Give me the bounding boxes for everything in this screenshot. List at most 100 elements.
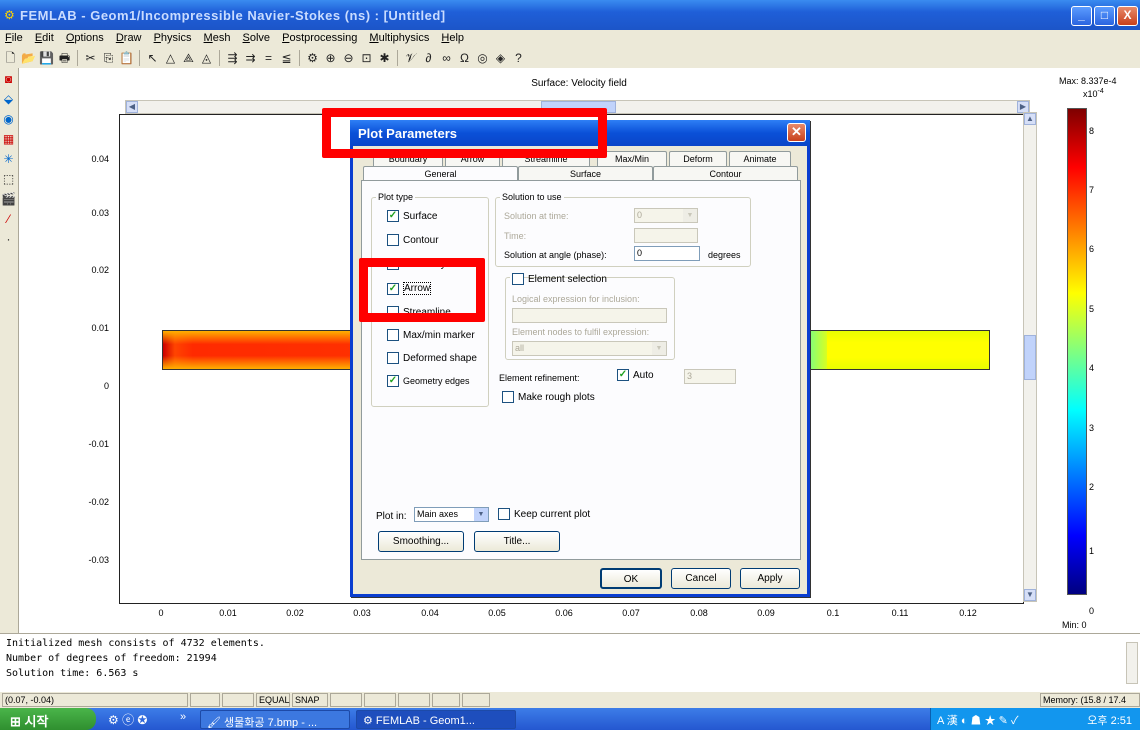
cut-icon[interactable]: ✂ [82, 50, 99, 67]
check-icon: ✓ [387, 210, 399, 222]
colorbar-min-label: Min: 0 [1062, 620, 1087, 630]
start-button[interactable]: ⊞ 시작 [0, 708, 96, 730]
scroll-up-icon[interactable]: ▲ [1024, 113, 1036, 125]
new-file-icon[interactable]: 🗋 [2, 50, 19, 67]
geometry-edges-checkbox[interactable]: ✓ Geometry edges [387, 375, 470, 387]
window-titlebar[interactable]: ⚙ FEMLAB - Geom1/Incompressible Navier-S… [0, 0, 1140, 30]
maxmin-marker-checkbox[interactable]: Max/min marker [387, 329, 475, 341]
menu-multiphysics[interactable]: Multiphysics [364, 30, 433, 44]
asterisk-icon[interactable]: ✳ [0, 151, 17, 168]
message-log[interactable]: Initialized mesh consists of 4732 elemen… [0, 633, 1140, 692]
contour-checkbox[interactable]: Contour [387, 234, 439, 246]
cancel-button[interactable]: Cancel [671, 568, 731, 589]
point-mode-icon[interactable]: ◙ [0, 71, 17, 88]
copy-icon[interactable]: ⎘ [100, 50, 117, 67]
surface-checkbox[interactable]: ✓ Surface [387, 210, 437, 222]
dialog-close-button[interactable]: ✕ [787, 123, 806, 142]
refine-mesh-icon[interactable]: ◬ [198, 50, 215, 67]
taskbar-item-femlab[interactable]: ⚙ FEMLAB - Geom1... [356, 710, 516, 729]
overflow-chevron-icon[interactable]: » [180, 711, 186, 723]
quicklaunch-icons[interactable]: ⚙ ⓔ ✪ [108, 711, 147, 728]
menu-draw[interactable]: Draw [111, 30, 146, 44]
apply-button[interactable]: Apply [740, 568, 800, 589]
plot-in-select[interactable]: Main axes ▼ [414, 507, 489, 522]
menu-edit[interactable]: Edit [30, 30, 58, 44]
highlight-box-arrow-checkbox [359, 258, 485, 322]
save-icon[interactable]: 💾 [38, 50, 55, 67]
solve-icon[interactable]: ⚙ [304, 50, 321, 67]
colorbar-exponent: x10-4 [1083, 88, 1104, 99]
smoothing-button[interactable]: Smoothing... [378, 531, 464, 552]
menu-physics[interactable]: Physics [149, 30, 196, 44]
edge-mode-icon[interactable]: ⬙ [0, 91, 17, 108]
toolbar-separator [139, 50, 140, 66]
element-nodes-select[interactable]: all ▼ [512, 341, 667, 356]
coordinate-icon[interactable]: ◎ [474, 50, 491, 67]
select-arrow-icon[interactable]: ↖ [144, 50, 161, 67]
subdomain-icon[interactable]: ◉ [0, 111, 17, 128]
auto-refinement-checkbox[interactable]: ✓ Auto [617, 369, 654, 381]
x-tick: 0.08 [690, 608, 708, 618]
equals-icon[interactable]: = [260, 50, 277, 67]
logical-expression-input[interactable] [512, 308, 667, 323]
tray-icons[interactable]: ◐ ☗ ★ ✎ ✓ [961, 715, 1019, 727]
solve-equation-icon[interactable]: ≦ [278, 50, 295, 67]
equal-toggle[interactable]: EQUAL [256, 693, 290, 707]
tab-animate[interactable]: Animate [729, 151, 791, 167]
triangle-icon[interactable]: △ [162, 50, 179, 67]
dashed-box-icon[interactable]: ⬚ [0, 171, 17, 188]
menu-postprocessing[interactable]: Postprocessing [277, 30, 361, 44]
angle-input[interactable]: 0 [634, 246, 700, 261]
open-folder-icon[interactable]: 📂 [20, 50, 37, 67]
mesh-triangles-icon[interactable]: ⟁ [180, 50, 197, 67]
status-bar: (0.07, -0.04) EQUAL SNAP Memory: (15.8 /… [0, 692, 1140, 708]
postprocess-icon[interactable]: ✱ [376, 50, 393, 67]
expression-icon[interactable]: ∞ [438, 50, 455, 67]
element-selection-checkbox[interactable]: Element selection [512, 273, 607, 285]
close-button[interactable]: X [1117, 6, 1138, 26]
minimize-button[interactable]: _ [1071, 6, 1092, 26]
zoom-in-icon[interactable]: ⊕ [322, 50, 339, 67]
tab-maxmin[interactable]: Max/Min [597, 151, 667, 167]
menu-solve[interactable]: Solve [238, 30, 275, 44]
ok-button[interactable]: OK [600, 568, 662, 589]
maximize-button[interactable]: □ [1094, 6, 1115, 26]
help-icon[interactable]: ? [510, 50, 527, 67]
multiphysics-icon[interactable]: ◈ [492, 50, 509, 67]
boundary-mode-icon[interactable]: ⇶ [224, 50, 241, 67]
line-icon[interactable]: ⁄ [0, 211, 17, 228]
menu-file[interactable]: File [0, 30, 27, 44]
constants-icon[interactable]: ∂ [420, 50, 437, 67]
point-icon[interactable]: · [0, 231, 17, 248]
menu-options[interactable]: Options [61, 30, 108, 44]
tab-deform[interactable]: Deform [669, 151, 727, 167]
vertical-scroll-thumb[interactable] [1024, 335, 1036, 380]
rough-plots-checkbox[interactable]: Make rough plots [502, 391, 595, 403]
refinement-input[interactable]: 3 [684, 369, 736, 384]
paste-icon[interactable]: 📋 [118, 50, 135, 67]
omega-icon[interactable]: Ω [456, 50, 473, 67]
plot-icon[interactable]: ⊡ [358, 50, 375, 67]
title-button[interactable]: Title... [474, 531, 560, 552]
menu-help[interactable]: Help [436, 30, 468, 44]
subdomain-mode-icon[interactable]: ⇉ [242, 50, 259, 67]
print-icon[interactable]: 🖶 [56, 50, 73, 67]
solution-time-select[interactable]: 0 ▼ [634, 208, 698, 223]
scroll-left-icon[interactable]: ◀ [126, 101, 138, 113]
mesh-icon[interactable]: ▦ [0, 131, 17, 148]
zoom-out-icon[interactable]: ⊖ [340, 50, 357, 67]
taskbar-item-bmp[interactable]: 🖌 생물화공 7.bmp - ... [200, 710, 350, 729]
ime-indicator[interactable]: A 漢 [937, 715, 958, 727]
deformed-shape-checkbox[interactable]: Deformed shape [387, 352, 477, 364]
colorbar-tick: 3 [1089, 423, 1095, 433]
scroll-down-icon[interactable]: ▼ [1024, 589, 1036, 601]
log-scrollbar[interactable] [1126, 642, 1138, 684]
menu-mesh[interactable]: Mesh [199, 30, 235, 44]
animate-icon[interactable]: 🎬 [0, 191, 17, 208]
vertical-scrollbar[interactable]: ▲ ▼ [1023, 112, 1037, 602]
keep-current-plot-checkbox[interactable]: Keep current plot [498, 508, 590, 520]
x-tick: 0.11 [891, 608, 909, 618]
snap-toggle[interactable]: SNAP [292, 693, 328, 707]
variables-icon[interactable]: 𝒱 [402, 50, 419, 67]
time-input[interactable] [634, 228, 698, 243]
